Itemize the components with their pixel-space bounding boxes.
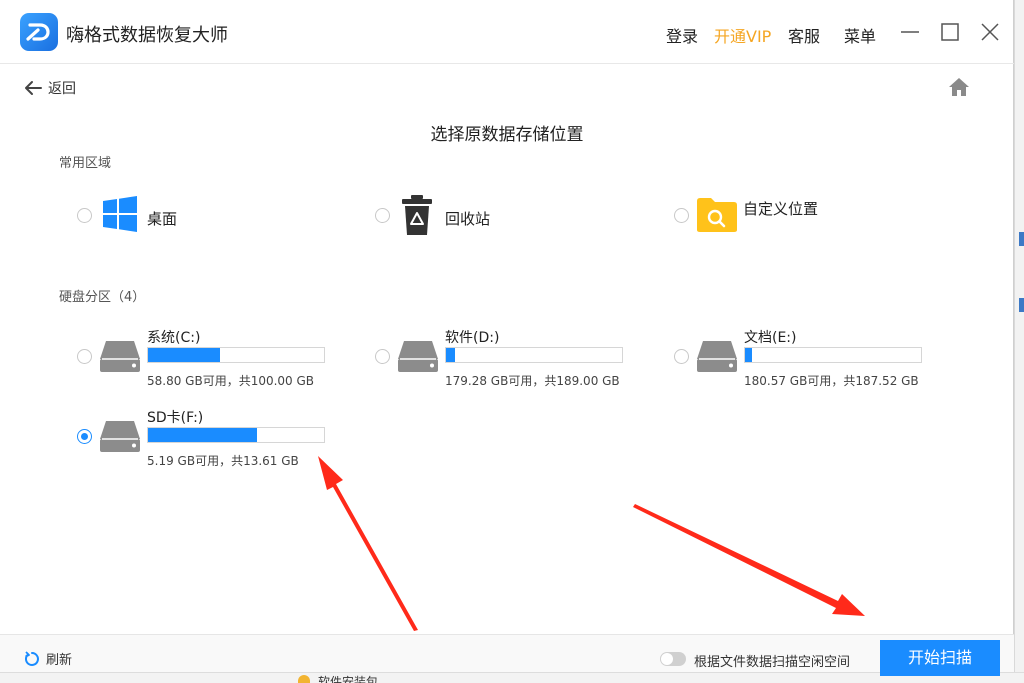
radio-desktop[interactable] [77,208,92,223]
option-custom-location-label: 自定义位置 [743,200,819,218]
back-button[interactable]: 返回 [24,78,76,98]
drive-f[interactable]: SD卡(F:) 5.19 GB可用，共13.61 GB [59,407,349,477]
hard-drive-icon [100,341,140,372]
drive-f-name: SD卡(F:) [147,410,204,426]
refresh-label: 刷新 [46,653,73,668]
radio-drive-f[interactable] [77,429,92,444]
drive-c-name: 系统(C:) [147,330,201,346]
refresh-button[interactable]: 刷新 [24,649,72,668]
recycle-bin-icon [401,194,433,240]
drive-c[interactable]: 系统(C:) 58.80 GB可用，共100.00 GB [59,327,349,397]
folder-search-icon [696,197,738,237]
login-link[interactable]: 登录 [666,23,698,47]
drive-c-usage-fill [148,348,221,362]
scan-free-space-toggle[interactable] [660,652,686,666]
windows-icon [102,196,138,236]
desktop-icon-peek [1019,232,1024,246]
maximize-button[interactable] [938,20,962,44]
title-bar: 嗨格式数据恢复大师 登录 开通VIP 客服 菜单 [0,0,1014,64]
hard-drive-icon [100,421,140,452]
drive-d-size: 179.28 GB可用，共189.00 GB [445,374,620,388]
disk-partitions-label: 硬盘分区（4） [59,290,146,305]
option-custom-location[interactable]: 自定义位置 [666,192,886,240]
common-area-label: 常用区域 [59,156,112,171]
desktop-icon-peek [1019,298,1024,312]
drive-d-name: 软件(D:) [445,330,500,346]
app-window: 嗨格式数据恢复大师 登录 开通VIP 客服 菜单 返回 选择原数据存储位置 常用… [0,0,1014,676]
option-desktop-label: 桌面 [147,210,178,228]
drive-c-usage-bar [147,347,325,363]
hard-drive-icon [398,341,438,372]
service-link[interactable]: 客服 [788,23,820,47]
drive-f-usage-bar [147,427,325,443]
drive-d-usage-bar [445,347,623,363]
drive-e-usage-fill [745,348,753,362]
desktop-edge [1014,0,1024,683]
drive-c-size: 58.80 GB可用，共100.00 GB [147,374,315,388]
vip-link[interactable]: 开通VIP [714,23,771,47]
minimize-icon [901,31,919,33]
drive-e-size: 180.57 GB可用，共187.52 GB [744,374,919,388]
option-desktop[interactable]: 桌面 [70,192,270,240]
drive-d-usage-fill [446,348,455,362]
home-icon [949,78,969,96]
arrow-left-icon [25,81,42,95]
option-recycle-bin[interactable]: 回收站 [368,192,568,240]
refresh-icon [25,650,39,666]
drive-f-usage-fill [148,428,258,442]
radio-drive-d[interactable] [375,349,390,364]
scan-free-space-label: 根据文件数据扫描空闲空间 [694,655,851,670]
close-icon [981,23,999,41]
drive-e[interactable]: 文档(E:) 180.57 GB可用，共187.52 GB [656,327,946,397]
drive-d[interactable]: 软件(D:) 179.28 GB可用，共189.00 GB [357,327,647,397]
back-label: 返回 [48,81,76,97]
menu-link[interactable]: 菜单 [844,23,876,47]
desktop-bottom-strip: 软件安装包 [0,672,1024,683]
radio-recycle-bin[interactable] [375,208,390,223]
drive-f-size: 5.19 GB可用，共13.61 GB [147,454,299,468]
radio-drive-e[interactable] [674,349,689,364]
drive-e-usage-bar [744,347,922,363]
hard-drive-icon [697,341,737,372]
minimize-button[interactable] [898,20,922,44]
option-recycle-bin-label: 回收站 [445,210,491,228]
maximize-icon [941,23,959,41]
app-logo-icon [20,13,58,51]
bottom-bar: 刷新 根据文件数据扫描空闲空间 开始扫描 [0,634,1014,676]
close-button[interactable] [978,20,1002,44]
desktop-folder-icon [298,675,310,683]
page-title: 选择原数据存储位置 [430,125,584,145]
drive-e-name: 文档(E:) [744,330,797,346]
start-scan-button[interactable]: 开始扫描 [880,640,1000,676]
radio-custom-location[interactable] [674,208,689,223]
app-title: 嗨格式数据恢复大师 [66,25,228,46]
desktop-item-label: 软件安装包 [318,675,379,683]
home-button[interactable] [948,76,970,98]
radio-drive-c[interactable] [77,349,92,364]
